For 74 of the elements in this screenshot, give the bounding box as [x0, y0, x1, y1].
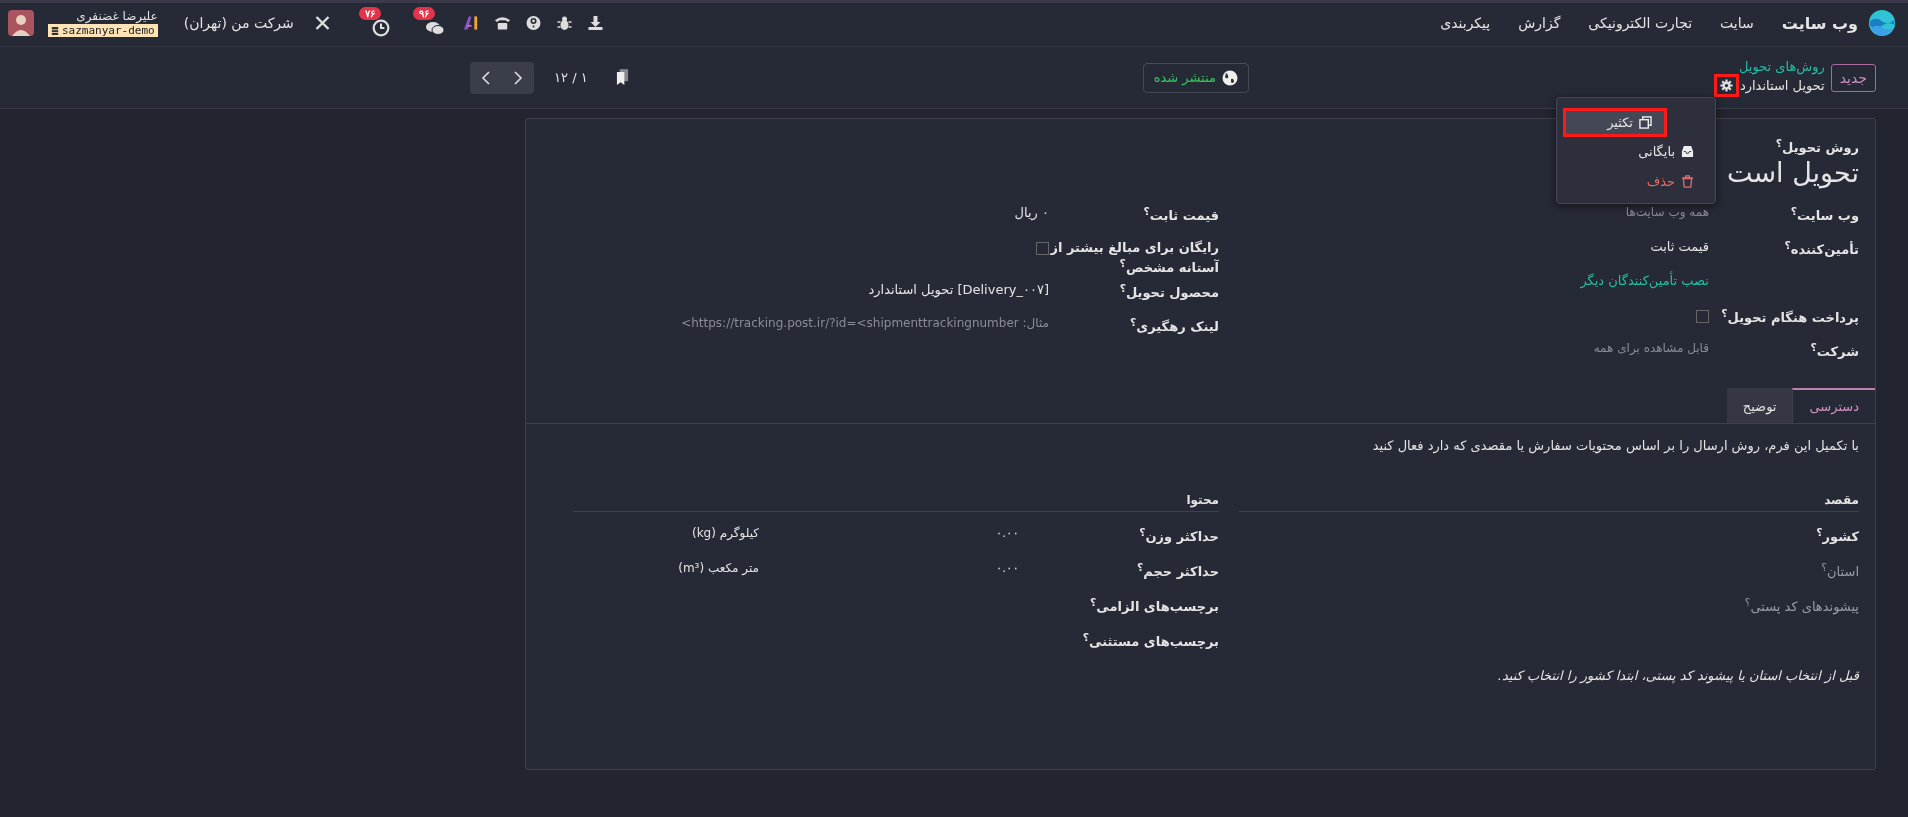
unit-label: کیلوگرم (kg) [691, 526, 759, 541]
pager-value[interactable]: ۱ / ۱۲ [554, 70, 588, 85]
help-icon[interactable] [524, 15, 542, 31]
download-icon[interactable] [586, 15, 604, 31]
input-field[interactable]: همه وب سایت‌ها [1625, 205, 1709, 220]
phone-icon[interactable] [493, 15, 511, 31]
activity-button[interactable]: ۷۶ [354, 7, 395, 39]
settings-button[interactable] [1713, 73, 1739, 97]
unit-label: متر مکعب (m³) [678, 561, 759, 576]
app-name[interactable]: وب سایت [1781, 13, 1858, 33]
section-heading: محتوا [573, 493, 1219, 513]
field-label: پرداخت هنگام تحویل$^{؟}$ [1720, 307, 1859, 326]
intro-text: با تکمیل این فرم، روش ارسال را بر اساس محتویات سفارش یا مقصدی که دارد فعال کنید [1371, 438, 1859, 454]
database-name: sazmanyar-demo [62, 24, 155, 37]
clock-icon [370, 19, 391, 37]
user-name[interactable]: علیرضا غضنفری [76, 9, 158, 23]
tab[interactable]: توضیح [1726, 388, 1793, 424]
tab[interactable]: دسترسی [1792, 388, 1875, 424]
field-label: روش تحویل$^{؟}$ [1775, 137, 1859, 156]
menu-item[interactable]: تجارت الکترونیکی [1588, 15, 1693, 31]
checkbox[interactable] [1036, 242, 1049, 256]
inbox-icon [1681, 145, 1694, 158]
publish-button[interactable]: منتشر شده [1142, 62, 1249, 93]
bookmark-icon[interactable] [615, 69, 629, 86]
bug-icon[interactable] [555, 15, 573, 31]
install-link[interactable]: نصب تأمین‌کنندگان دیگر [1580, 273, 1709, 289]
messages-button[interactable]: ۹۶ [408, 7, 449, 39]
field-label: استان$^{؟}$ [1821, 561, 1859, 580]
new-button[interactable]: جدید [1830, 63, 1876, 92]
field-label: وب سایت$^{؟}$ [1789, 205, 1859, 224]
chevron-left-icon [481, 69, 492, 86]
breadcrumb-link[interactable]: روش‌های تحویل [1713, 58, 1825, 74]
chat-icon [424, 19, 445, 37]
field-label: پیشوندهای کد پستی$^{؟}$ [1744, 596, 1859, 615]
field-label: برچسب‌های الزامی$^{؟}$ [1088, 596, 1219, 615]
count-badge: ۷۶ [358, 7, 381, 20]
menu-item[interactable]: بایگانی [1557, 137, 1715, 166]
field-label: قیمت ثابت$^{؟}$ [1142, 205, 1219, 226]
chevron-right-icon [513, 69, 524, 86]
input-field[interactable]: قابل مشاهده برای همه [1593, 341, 1709, 356]
breadcrumb-current: تحویل استاندارد [1739, 77, 1825, 93]
field-label: لینک رهگیری$^{؟}$ [1129, 315, 1219, 336]
avatar-icon[interactable] [8, 10, 34, 36]
field-label: کشور$^{؟}$ [1816, 526, 1859, 545]
field-label: تأمین‌کننده$^{؟}$ [1783, 239, 1859, 258]
field-label: برچسب‌های مستثنی$^{؟}$ [1081, 631, 1219, 650]
menu-item[interactable]: گزارش [1518, 15, 1561, 31]
field-value[interactable]: ۰.۰۰ [759, 526, 1019, 541]
field-value[interactable]: ۰ ریال [1014, 205, 1049, 221]
field-label: رایگان برای مبالغ بیشتر از آستانه مشخص$^{؟}$ [1049, 239, 1219, 277]
company-switcher[interactable]: شرکت من (تهران) [183, 15, 294, 31]
field-value[interactable]: قیمت ثابت [1650, 239, 1709, 255]
hint-text: قبل از انتخاب استان یا پیشوند کد پستی، ابتدا کشور را انتخاب کنید. [1496, 668, 1859, 684]
menu-item[interactable]: تکثیر [1563, 108, 1667, 137]
field-label: شرکت$^{؟}$ [1809, 341, 1859, 360]
menu-item[interactable]: پیکربندی [1440, 15, 1491, 31]
input-field[interactable]: مثال: https://tracking.post.ir/?id=<shipmenttrackingnumber> [681, 315, 1049, 330]
checkbox[interactable] [1696, 310, 1709, 324]
globe-icon [1221, 69, 1238, 86]
database-icon [51, 25, 59, 36]
menu-item[interactable]: حذف [1557, 167, 1715, 196]
field-value[interactable]: ۰.۰۰ [759, 561, 1019, 576]
field-label: محصول تحویل$^{؟}$ [1118, 281, 1219, 302]
settings-icon [1719, 78, 1733, 92]
field-label: حداکثر وزن$^{؟}$ [1138, 526, 1219, 545]
count-badge: ۹۶ [412, 7, 435, 20]
trash-icon [1681, 175, 1694, 188]
field-value[interactable]: [Delivery_۰۰۷] تحویل استاندارد [868, 281, 1049, 297]
copy-icon [1639, 116, 1652, 129]
record-title: تحویل است [1726, 157, 1859, 189]
field-label: حداکثر حجم$^{؟}$ [1135, 561, 1219, 580]
section-heading: مقصد [1239, 493, 1859, 513]
logo-icon[interactable] [1868, 9, 1896, 37]
menu-item[interactable]: سایت [1720, 15, 1754, 31]
